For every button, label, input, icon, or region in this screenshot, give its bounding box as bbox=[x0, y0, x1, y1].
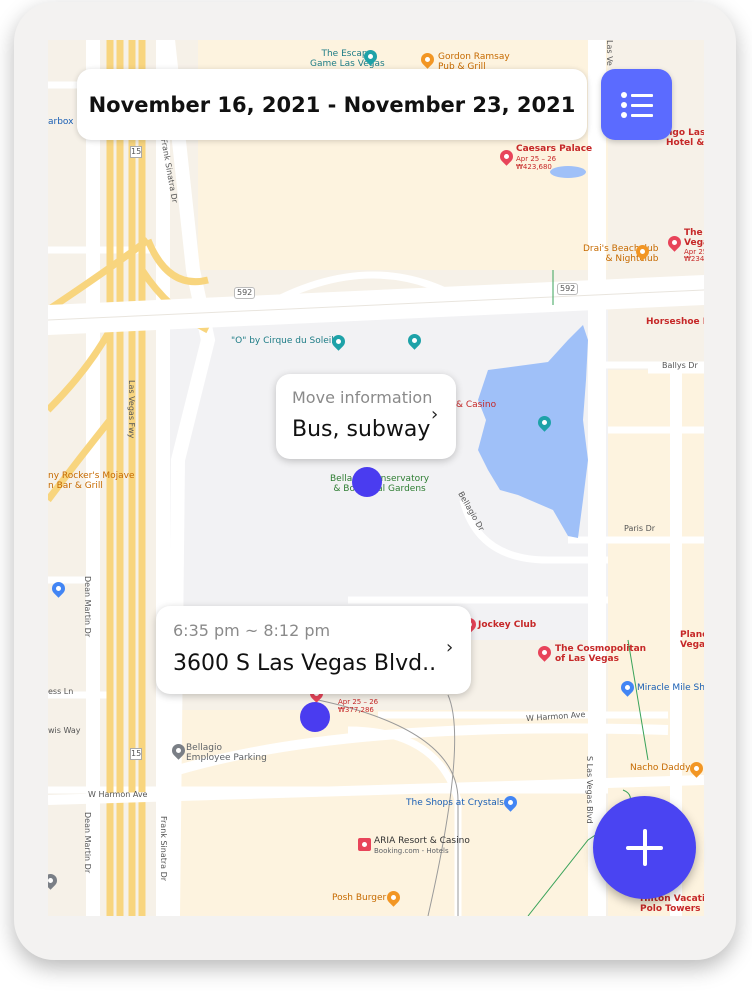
road-w-harmon-west: W Harmon Ave bbox=[88, 790, 148, 799]
the-c-price: ₩234, bbox=[684, 255, 704, 263]
move-information-card[interactable]: Move information Bus, subway › bbox=[276, 374, 456, 459]
road-dean-martin-north: Dean Martin Dr bbox=[83, 576, 92, 638]
trip-location-marker-2[interactable] bbox=[300, 702, 330, 732]
route-592-shield-east: 592 bbox=[557, 283, 579, 295]
road-frank-sinatra-south: Frank Sinatra Dr bbox=[159, 816, 168, 882]
hotel-square-icon[interactable] bbox=[358, 838, 371, 851]
pin-price: ₩377,286 bbox=[338, 706, 374, 714]
road-ballys: Ballys Dr bbox=[662, 361, 698, 370]
poi-nacho-daddy[interactable]: Nacho Daddy bbox=[630, 763, 690, 773]
add-button[interactable] bbox=[593, 796, 696, 899]
highway-15-shield-north: 15 bbox=[130, 146, 143, 158]
poi-posh-burger[interactable]: Posh Burger bbox=[332, 893, 386, 903]
poi-aria-sub: Booking.com - Hotels bbox=[374, 847, 449, 855]
poi-aria-resort[interactable]: ARIA Resort & Casino bbox=[374, 836, 470, 846]
caesars-price: ₩423,680 bbox=[516, 163, 552, 171]
poi-planet-hollywood[interactable]: PlaneVegas bbox=[680, 630, 704, 650]
highway-15-shield-south: 15 bbox=[130, 748, 143, 760]
date-range-label: November 16, 2021 - November 23, 2021 bbox=[88, 92, 576, 117]
poi-cosmopolitan[interactable]: The Cosmopolitan of Las Vegas bbox=[555, 644, 646, 664]
chevron-right-icon: › bbox=[431, 404, 439, 425]
poi-jockey-club[interactable]: Jockey Club bbox=[478, 620, 536, 630]
road-las-vegas-fwy: Las Vegas Fwy bbox=[127, 380, 136, 439]
road-dean-martin-south: Dean Martin Dr bbox=[83, 812, 92, 874]
poi-miracle-mile[interactable]: Miracle Mile Sh bbox=[637, 683, 704, 693]
road-s-las-vegas-blvd: S Las Vegas Blvd bbox=[585, 756, 594, 824]
trip-location-marker-1[interactable] bbox=[352, 467, 382, 497]
poi-rockers-mojave[interactable]: ny Rocker's Mojave n Bar & Grill bbox=[48, 471, 135, 491]
road-las-vegas: Las Ve bbox=[605, 40, 614, 66]
poi-horseshoe[interactable]: Horseshoe La bbox=[646, 317, 704, 327]
poi-cirque-du-soleil[interactable]: "O" by Cirque du Soleil bbox=[231, 336, 334, 346]
poi-the-cromwell[interactable]: The CVega bbox=[684, 228, 704, 248]
date-range-header[interactable]: November 16, 2021 - November 23, 2021 bbox=[77, 69, 587, 140]
move-information-value: Bus, subway bbox=[292, 417, 431, 442]
stop-time-range: 6:35 pm ~ 8:12 pm bbox=[173, 621, 331, 640]
poi-bellagio-parking[interactable]: Bellagio Employee Parking bbox=[186, 743, 267, 763]
move-information-title: Move information bbox=[292, 388, 433, 407]
poi-shops-at-crystals[interactable]: The Shops at Crystals bbox=[406, 798, 504, 808]
list-view-button[interactable] bbox=[601, 69, 672, 140]
road-paris: Paris Dr bbox=[624, 524, 656, 533]
road-ess-ln: ess Ln bbox=[48, 687, 74, 696]
poi-bellagio-casino[interactable]: & Casino bbox=[456, 400, 496, 410]
stop-address: 3600 S Las Vegas Blvd.. bbox=[173, 651, 437, 676]
chevron-right-icon-2: › bbox=[446, 637, 454, 658]
poi-caesars-palace[interactable]: Caesars Palace bbox=[516, 144, 592, 154]
stop-detail-card[interactable]: 6:35 pm ~ 8:12 pm 3600 S Las Vegas Blvd.… bbox=[156, 606, 471, 694]
road-wis-way: wis Way bbox=[48, 726, 81, 735]
poi-flamingo[interactable]: ngo LasHotel & C bbox=[666, 128, 704, 148]
poi-arbox[interactable]: arbox bbox=[48, 117, 73, 127]
route-592-shield-west: 592 bbox=[234, 287, 256, 299]
